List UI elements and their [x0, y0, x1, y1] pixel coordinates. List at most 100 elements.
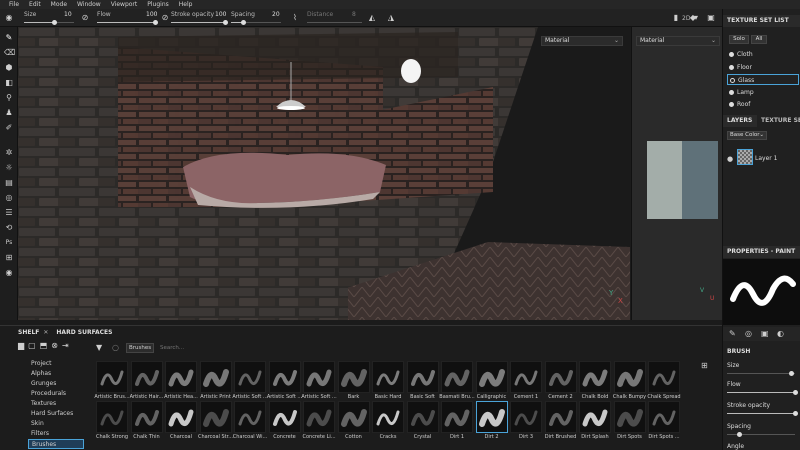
brush-thumbnail[interactable] [372, 401, 404, 433]
flow-pressure-icon[interactable]: ⊘ [160, 13, 170, 23]
plugin-icon[interactable]: ⊞ [4, 253, 14, 263]
brush-thumbnail[interactable] [268, 401, 301, 433]
brush-thumbnail[interactable] [337, 401, 370, 433]
visibility-eye-icon[interactable]: ● [727, 155, 733, 163]
brush-thumbnail[interactable] [648, 401, 680, 433]
menu-edit[interactable]: Edit [24, 1, 46, 8]
brush-thumbnail[interactable] [96, 401, 128, 433]
settings-gear-icon[interactable]: ✲ [4, 148, 14, 158]
material-picker-icon[interactable]: ✐ [4, 123, 14, 133]
history-icon[interactable]: ⟲ [4, 223, 14, 233]
brush-settings-icon[interactable]: ◉ [4, 13, 14, 23]
filter-icon[interactable]: ▼ [96, 343, 102, 352]
category-procedurals[interactable]: Procedurals [28, 389, 84, 399]
symmetry-icon[interactable]: ◭ [367, 13, 377, 23]
size-slider[interactable] [24, 20, 74, 25]
shelf-search-input[interactable] [160, 343, 700, 353]
spacing-value[interactable]: 20 [272, 11, 280, 18]
import-icon[interactable]: ⬒ [40, 341, 48, 353]
layer-name[interactable]: Layer 1 [755, 155, 777, 162]
menu-window[interactable]: Window [72, 1, 106, 8]
texture-set-roof[interactable]: Roof [727, 99, 799, 110]
brush-thumbnail[interactable] [372, 361, 404, 393]
stencil-tab-icon[interactable]: ◐ [777, 329, 784, 338]
brush-thumbnail[interactable] [165, 401, 197, 433]
camera-icon[interactable]: ◎ [4, 193, 14, 203]
texture-set-glass[interactable]: Glass [727, 74, 799, 85]
sun-icon[interactable]: ☼ [4, 163, 14, 173]
paint-brush-icon[interactable]: ✎ [4, 33, 14, 43]
pressure-icon[interactable]: ⊘ [80, 13, 90, 23]
eraser-icon[interactable]: ⌫ [4, 48, 15, 58]
new-folder-icon[interactable]: ▢ [28, 341, 36, 353]
brush-thumbnail[interactable] [579, 361, 611, 393]
polygon-fill-icon[interactable]: ◧ [4, 78, 14, 88]
brush-thumbnail[interactable] [441, 361, 473, 393]
brush-thumbnail[interactable] [130, 401, 163, 433]
category-hard-surfaces[interactable]: Hard Surfaces [28, 409, 84, 419]
cube-icon[interactable]: ◆ [688, 13, 698, 23]
channel-select[interactable]: Base Color ⌄ [727, 131, 767, 140]
prop-size-slider[interactable] [727, 371, 795, 376]
texture-set-floor[interactable]: Floor [727, 62, 799, 73]
distance-slider[interactable] [307, 22, 362, 23]
category-skin[interactable]: Skin [28, 419, 84, 429]
spacing-slider[interactable] [231, 20, 281, 25]
brush-thumbnail[interactable] [648, 361, 680, 393]
export-icon[interactable]: ⇥ [62, 341, 69, 353]
viewport-2d-channel-select[interactable]: Material ⌄ [636, 36, 720, 46]
viewport-3d[interactable]: Y X Material ⌄ [18, 27, 630, 320]
photoshop-export-icon[interactable]: Ps [4, 238, 14, 248]
menu-file[interactable]: File [4, 1, 24, 8]
clone-icon[interactable]: ♟ [4, 108, 14, 118]
stroke-opacity-value[interactable]: 100 [215, 11, 226, 18]
prop-stroke-opacity-slider[interactable] [727, 411, 798, 416]
lazy-mouse-icon[interactable]: ⌇ [290, 13, 300, 23]
brush-thumbnail[interactable] [199, 361, 232, 393]
flow-value[interactable]: 100 [146, 11, 157, 18]
category-filters[interactable]: Filters [28, 429, 84, 439]
symmetry-axis-icon[interactable]: ◮ [386, 13, 396, 23]
stroke-opacity-slider[interactable] [171, 20, 228, 25]
category-project[interactable]: Project [28, 359, 84, 369]
brush-tab-icon[interactable]: ✎ [729, 329, 736, 338]
brush-thumbnail[interactable] [579, 401, 611, 433]
brush-thumbnail[interactable] [303, 361, 335, 393]
distance-value[interactable]: 8 [352, 11, 356, 18]
brush-thumbnail[interactable] [544, 361, 577, 393]
flow-slider[interactable] [97, 20, 158, 25]
alpha-tab-icon[interactable]: ◎ [745, 329, 752, 338]
brush-thumbnail[interactable] [510, 401, 542, 433]
category-brushes[interactable]: Brushes [28, 439, 84, 449]
viewport-3d-channel-select[interactable]: Material ⌄ [541, 36, 623, 46]
brush-thumbnail[interactable] [406, 361, 439, 393]
solo-button[interactable]: Solo [729, 35, 749, 44]
brush-thumbnail[interactable] [441, 401, 473, 433]
brush-thumbnail[interactable] [96, 361, 128, 393]
screenshot-icon[interactable]: ▣ [706, 13, 716, 23]
brush-thumbnail[interactable] [130, 361, 163, 393]
texture-set-lamp[interactable]: Lamp [727, 87, 799, 98]
brush-thumbnail[interactable] [234, 401, 266, 433]
category-grunges[interactable]: Grunges [28, 379, 84, 389]
menu-mode[interactable]: Mode [46, 1, 72, 8]
brush-thumbnail[interactable] [303, 401, 335, 433]
sphere-icon[interactable]: ◉ [4, 268, 14, 278]
tab-texture-set[interactable]: TEXTURE SET [759, 115, 800, 127]
view-split-icon[interactable]: ▮ [671, 13, 681, 23]
close-icon[interactable]: ✕ [43, 329, 48, 339]
all-button[interactable]: All [751, 35, 767, 44]
folder-icon[interactable]: ▆ [18, 341, 24, 353]
brush-thumbnail[interactable] [475, 361, 508, 393]
category-textures[interactable]: Textures [28, 399, 84, 409]
brush-thumbnail[interactable] [337, 361, 370, 393]
layers-stack-icon[interactable]: ☰ [4, 208, 14, 218]
brush-thumbnail[interactable] [268, 361, 301, 393]
viewport-2d[interactable]: Material ⌄ V U [631, 27, 722, 320]
brush-thumbnail[interactable] [234, 361, 266, 393]
texture-set-cloth[interactable]: Cloth [727, 49, 799, 60]
hide-icon[interactable]: ⊗ [51, 341, 58, 353]
layer-thumbnail[interactable] [737, 149, 753, 165]
tab-hard-surfaces[interactable]: HARD SURFACES [56, 329, 112, 339]
menu-help[interactable]: Help [174, 1, 198, 8]
